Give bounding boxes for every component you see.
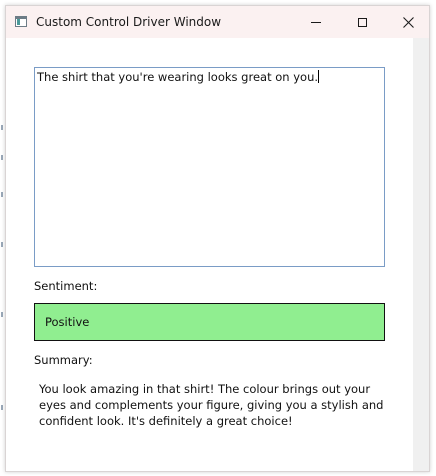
text-input-value: The shirt that you're wearing looks grea…	[37, 70, 319, 84]
close-icon	[402, 16, 414, 28]
app-window: Custom Control Driver Window The shirt t…	[5, 5, 430, 472]
vertical-scrollbar[interactable]	[413, 38, 429, 471]
maximize-button[interactable]	[339, 6, 385, 38]
background-mark	[1, 125, 3, 130]
summary-text: You look amazing in that shirt! The colo…	[39, 382, 384, 428]
minimize-button[interactable]	[293, 6, 339, 38]
text-caret	[318, 70, 320, 83]
title-bar[interactable]: Custom Control Driver Window	[6, 6, 429, 38]
summary-label: Summary:	[34, 353, 93, 367]
maximize-icon	[357, 17, 367, 27]
background-mark	[1, 242, 3, 247]
text-input[interactable]: The shirt that you're wearing looks grea…	[34, 67, 385, 267]
close-button[interactable]	[385, 6, 429, 38]
window-title: Custom Control Driver Window	[36, 15, 222, 29]
window-content: The shirt that you're wearing looks grea…	[6, 38, 415, 471]
background-mark	[1, 312, 3, 317]
app-window-icon	[15, 16, 27, 27]
background-mark	[1, 155, 3, 160]
sentiment-label: Sentiment:	[34, 279, 98, 293]
sentiment-result: Positive	[34, 303, 385, 341]
sentiment-value: Positive	[45, 315, 90, 329]
minimize-icon	[311, 21, 321, 23]
background-mark	[1, 405, 3, 410]
background-mark	[1, 192, 3, 197]
